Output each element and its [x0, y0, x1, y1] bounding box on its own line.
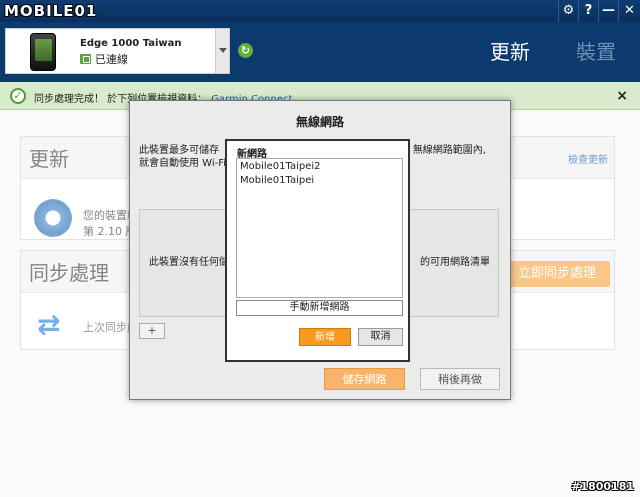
- window-controls: ⚙ ? — ✕: [558, 0, 640, 22]
- add-network-button[interactable]: +: [139, 323, 165, 339]
- gear-icon[interactable]: ⚙: [558, 0, 578, 22]
- chevron-down-icon[interactable]: [215, 29, 229, 73]
- no-networks-text-right: 的可用網路清單: [420, 257, 490, 268]
- cancel-button[interactable]: 取消: [358, 328, 403, 346]
- wireless-dialog-title: 無線網路: [295, 115, 344, 129]
- new-network-dialog: 新網路 Mobile01Taipei2 Mobile01Taipei 手動新增網…: [225, 139, 410, 362]
- network-item[interactable]: Mobile01Taipei: [237, 175, 402, 187]
- check-icon: ✓: [10, 88, 26, 104]
- notification-close-button[interactable]: ×: [616, 88, 628, 104]
- watermark-logo: MOBILE01: [4, 2, 98, 20]
- device-image: [30, 33, 56, 71]
- title-bar: MOBILE01 ⚙ ? — ✕: [0, 0, 640, 22]
- device-name: Edge 1000 Taiwan: [80, 38, 182, 49]
- later-button[interactable]: 稍後再做: [420, 368, 500, 390]
- wireless-desc-right: 無線網路範圍內,: [412, 145, 486, 156]
- no-networks-text-left: 此裝置沒有任何儲: [149, 257, 229, 268]
- device-status: 已連線: [80, 51, 128, 67]
- device-status-label: 已連線: [95, 53, 128, 66]
- wireless-desc-line2: 就會自動使用 Wi-Fi: [139, 158, 227, 169]
- add-button[interactable]: 新增: [299, 328, 351, 346]
- app-header: Edge 1000 Taiwan 已連線 ↻ 更新 裝置: [0, 22, 640, 82]
- available-networks-list[interactable]: Mobile01Taipei2 Mobile01Taipei: [236, 158, 403, 298]
- network-item[interactable]: Mobile01Taipei2: [237, 161, 402, 173]
- usb-icon: [80, 54, 91, 64]
- tab-device[interactable]: 裝置: [576, 36, 616, 65]
- watermark-id: #1800181: [571, 480, 634, 493]
- help-button[interactable]: ?: [578, 0, 598, 22]
- tab-update[interactable]: 更新: [490, 36, 530, 65]
- manual-add-network-button[interactable]: 手動新增網路: [236, 300, 403, 316]
- close-button[interactable]: ✕: [618, 0, 640, 22]
- sync-icon[interactable]: ↻: [238, 43, 253, 58]
- device-selector[interactable]: Edge 1000 Taiwan 已連線: [5, 28, 230, 74]
- minimize-button[interactable]: —: [598, 0, 618, 22]
- save-network-button[interactable]: 儲存網路: [324, 368, 405, 390]
